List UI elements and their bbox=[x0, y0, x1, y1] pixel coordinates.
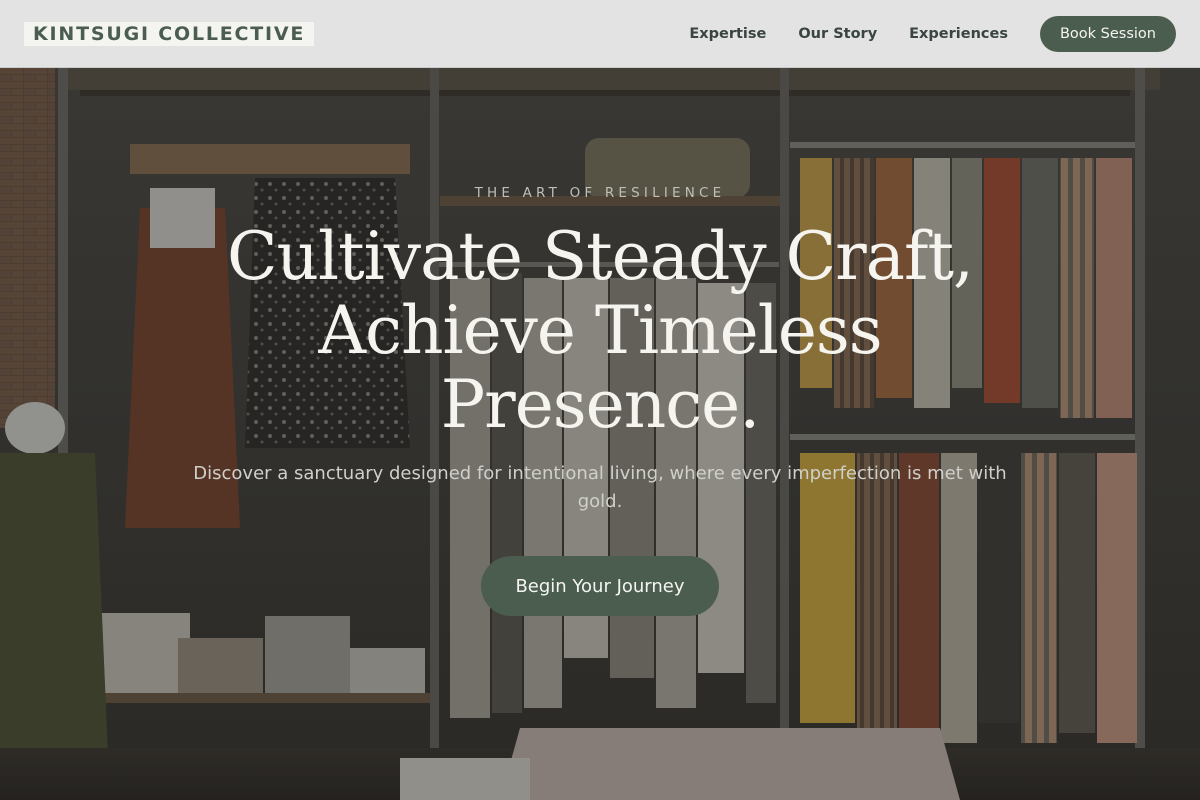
hero-headline-line-2: Achieve Timeless bbox=[318, 292, 882, 369]
hero-eyebrow: THE ART OF RESILIENCE bbox=[474, 185, 726, 201]
hero-section: THE ART OF RESILIENCE Cultivate Steady C… bbox=[0, 68, 1200, 800]
nav-link-experiences[interactable]: Experiences bbox=[909, 26, 1008, 42]
hero-headline: Cultivate Steady Craft, Achieve Timeless… bbox=[150, 220, 1050, 442]
begin-journey-button[interactable]: Begin Your Journey bbox=[481, 556, 719, 616]
nav-link-our-story[interactable]: Our Story bbox=[798, 26, 877, 42]
site-header: KINTSUGI COLLECTIVE Expertise Our Story … bbox=[0, 0, 1200, 68]
nav-link-expertise[interactable]: Expertise bbox=[689, 26, 766, 42]
main-nav: Expertise Our Story Experiences Book Ses… bbox=[689, 15, 1176, 52]
hero-subtext: Discover a sanctuary designed for intent… bbox=[193, 463, 1007, 512]
hero-headline-line-1: Cultivate Steady Craft, bbox=[227, 218, 974, 295]
brand-logo[interactable]: KINTSUGI COLLECTIVE bbox=[24, 21, 315, 46]
hero-headline-line-3: Presence. bbox=[440, 366, 760, 443]
book-session-button[interactable]: Book Session bbox=[1039, 15, 1176, 52]
